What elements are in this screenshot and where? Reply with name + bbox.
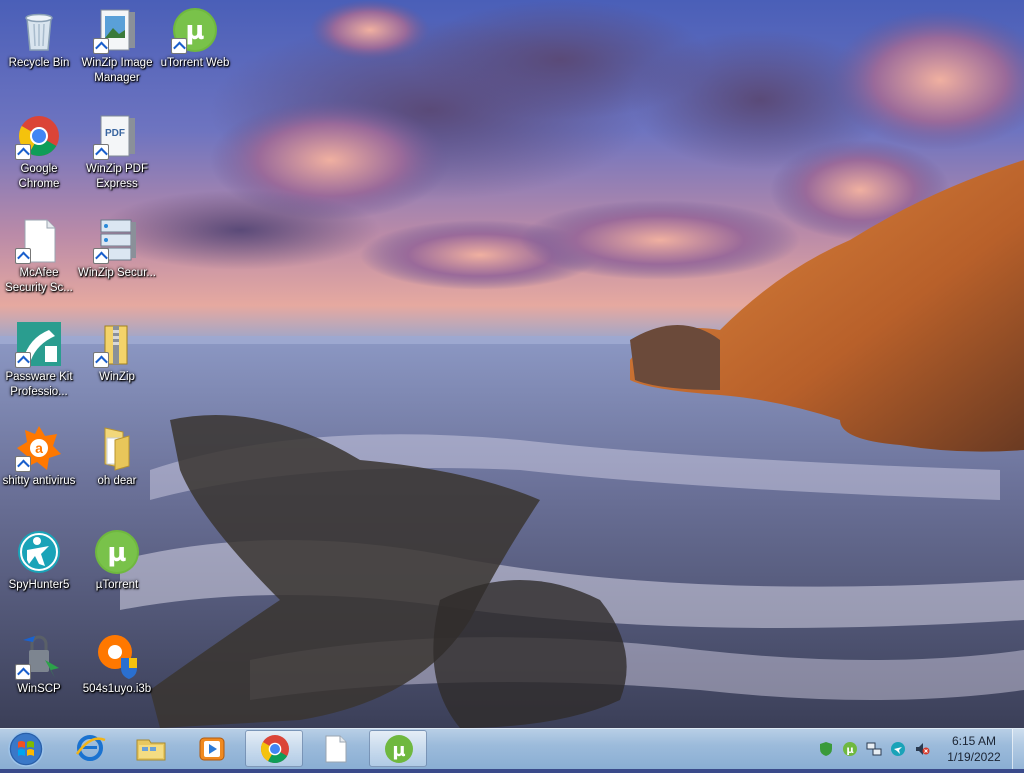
desktop-icon-mcafee[interactable]: McAfee Security Sc... [0,216,78,296]
desktop-icon-oh-dear[interactable]: oh dear [78,424,156,489]
utorrent-tray-icon[interactable]: µ [842,741,858,757]
svg-text:µ: µ [185,16,204,46]
desktop-icon-label: Recycle Bin [8,57,70,69]
volume-muted-icon[interactable] [914,741,930,757]
shortcut-arrow-icon [93,144,109,160]
shortcut-arrow-icon [171,38,187,54]
taskbar-document[interactable] [307,730,365,767]
desktop-icon-label: shitty antivirus [2,475,76,487]
shortcut-arrow-icon [15,248,31,264]
desktop-icon-winzip-image-manager[interactable]: WinZip Image Manager [78,6,156,86]
desktop-icon-spyhunter5[interactable]: SpyHunter5 [0,528,78,593]
avast-icon: a [15,424,63,472]
desktop-icon-label: 504s1uyo.i3b [82,683,152,695]
spyhunter-icon [15,528,63,576]
desktop-icon-google-chrome[interactable]: Google Chrome [0,112,78,192]
desktop-icon-504s1uyo[interactable]: 504s1uyo.i3b [78,632,156,697]
utorrent-icon: µ [385,735,413,763]
clock-time: 6:15 AM [951,734,997,748]
spyhunter-tray-icon[interactable] [890,741,906,757]
shortcut-arrow-icon [15,144,31,160]
svg-text:µ: µ [392,740,405,761]
desktop-icon-label: WinZip PDF Express [86,163,148,190]
folder-icon [93,424,141,472]
shortcut-arrow-icon [15,456,31,472]
desktop-icon-label: SpyHunter5 [8,579,70,591]
desktop-icon-winzip-secure[interactable]: WinZip Secur... [78,216,156,281]
desktop-icon-label: µTorrent [95,579,139,591]
document-icon [15,216,63,264]
desktop-icon-winzip[interactable]: WinZip [78,320,156,385]
desktop-icon-recycle-bin[interactable]: Recycle Bin [0,6,78,71]
desktop-icon-shitty-antivirus[interactable]: a shitty antivirus [0,424,78,489]
internet-explorer-icon [75,735,106,761]
svg-text:µ: µ [107,538,126,568]
svg-text:µ: µ [846,745,854,756]
avast-shield-icon [93,632,141,680]
recycle-bin-icon [15,6,63,54]
desktop-icon-winzip-pdf-express[interactable]: PDF WinZip PDF Express [78,112,156,192]
start-button[interactable] [4,730,48,768]
document-icon [325,735,347,763]
chrome-icon [15,112,63,160]
desktop-icon-label: Google Chrome [18,163,60,190]
desktop-icon-winscp[interactable]: WinSCP [0,632,78,697]
network-icon[interactable] [866,741,882,757]
desktop-icon-passware-kit[interactable]: Passware Kit Professio... [0,320,78,400]
winzip-icon [93,320,141,368]
desktop-icon-utorrent[interactable]: µ µTorrent [78,528,156,593]
svg-text:PDF: PDF [105,128,125,139]
passware-icon [15,320,63,368]
desktop-icon-label: WinSCP [17,683,61,695]
media-player-icon [199,737,225,761]
desktop-icon-label: uTorrent Web [160,57,230,69]
taskbar-utorrent[interactable]: µ [369,730,427,767]
taskbar-google-chrome[interactable] [245,730,303,767]
taskbar-media-player[interactable] [183,730,241,767]
desktop-icon-utorrent-web[interactable]: µ uTorrent Web [156,6,234,71]
desktop-icon-label: WinZip Secur... [78,267,156,279]
server-icon [93,216,141,264]
show-desktop-button[interactable] [1012,729,1024,769]
desktop-icon-label: McAfee Security Sc... [5,267,73,294]
clock-date: 1/19/2022 [947,750,1001,764]
taskbar-internet-explorer[interactable] [61,730,119,767]
file-explorer-icon [136,739,166,761]
desktop-icon-label: Passware Kit Professio... [5,371,73,398]
security-shield-icon[interactable] [818,741,834,757]
winscp-icon [15,632,63,680]
utorrent-web-icon: µ [171,6,219,54]
shortcut-arrow-icon [15,664,31,680]
pdf-icon: PDF [93,112,141,160]
chrome-icon [261,735,289,763]
shortcut-arrow-icon [15,352,31,368]
taskbar-clock[interactable]: 6:15 AM 1/19/2022 [938,733,1010,765]
desktop-icon-label: WinZip [99,371,135,383]
utorrent-icon: µ [93,528,141,576]
taskbar-file-explorer[interactable] [122,730,180,767]
shortcut-arrow-icon [93,248,109,264]
svg-text:a: a [35,440,43,456]
desktop-icon-label: WinZip Image Manager [81,57,153,84]
desktop-icon-label: oh dear [97,475,137,487]
shortcut-arrow-icon [93,38,109,54]
winzip-image-manager-icon [93,6,141,54]
taskbar: µ µ 6:15 AM 1/19/2022 [0,728,1024,769]
shortcut-arrow-icon [93,352,109,368]
